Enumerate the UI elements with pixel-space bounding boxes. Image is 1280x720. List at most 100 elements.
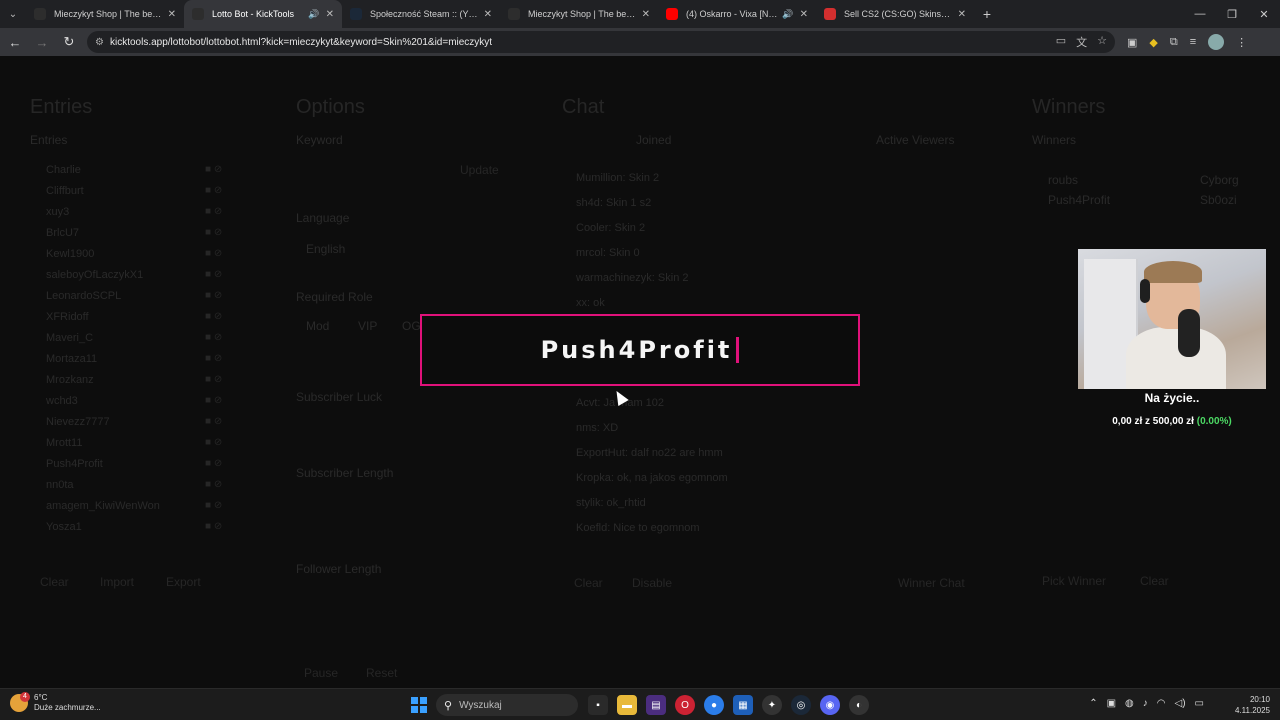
profile-avatar[interactable] [1208, 34, 1225, 50]
tab-close-icon[interactable]: ✕ [168, 9, 176, 20]
extension-2-icon[interactable]: ◆ [1149, 36, 1157, 49]
browser-tab[interactable]: (4) Oskarro - Vixa [NAJLEPS🔊 ✕ [658, 0, 816, 28]
forward-button[interactable]: → [30, 30, 54, 54]
tab-search-icon[interactable]: ⌄ [0, 0, 26, 28]
entry-actions-icon[interactable]: ■ ⊘ [205, 395, 222, 406]
address-bar[interactable]: ⚙ kicktools.app/lottobot/lottobot.html?k… [87, 31, 1115, 53]
discord-icon[interactable]: ◉ [820, 695, 840, 715]
wifi-icon[interactable]: ◠ [1157, 698, 1166, 709]
tray-app-2-icon[interactable]: ◍ [1125, 698, 1134, 709]
chevron-up-icon[interactable]: ⌃ [1089, 698, 1097, 709]
menu-kebab-icon[interactable]: ⋮ [1236, 36, 1247, 49]
file-explorer-icon[interactable]: ▬ [617, 695, 637, 715]
entry-actions-icon[interactable]: ■ ⊘ [205, 332, 222, 343]
entry-actions-icon[interactable]: ■ ⊘ [205, 206, 222, 217]
browser-tab[interactable]: Lotto Bot - KickTools 🔊 ✕ [184, 0, 342, 28]
entry-actions-icon[interactable]: ■ ⊘ [205, 185, 222, 196]
taskbar-search[interactable]: ⚲ Wyszukaj [436, 694, 578, 716]
entry-actions-icon[interactable]: ■ ⊘ [205, 458, 222, 469]
entry-actions-icon[interactable]: ■ ⊘ [205, 164, 222, 175]
back-button[interactable]: ← [3, 30, 27, 54]
extensions-puzzle-icon[interactable]: ⧉ [1170, 36, 1178, 49]
entries-import-button[interactable]: Import [100, 575, 134, 589]
entry-actions-icon[interactable]: ■ ⊘ [205, 353, 222, 364]
pick-winner-button[interactable]: Pick Winner [1042, 574, 1106, 588]
winners-subtitle: Winners [1032, 133, 1077, 147]
close-window-icon[interactable]: ✕ [1248, 0, 1280, 28]
entries-export-button[interactable]: Export [166, 575, 201, 589]
tab-title: Mieczykyt Shop | The best Chat [54, 9, 162, 19]
role-og[interactable]: OG [402, 319, 421, 333]
system-clock[interactable]: 20:10 4.11.2025 [1235, 694, 1270, 716]
entry-actions-icon[interactable]: ■ ⊘ [205, 500, 222, 511]
tray-app-icon[interactable]: ▣ [1107, 698, 1116, 709]
windows-start-icon[interactable] [411, 697, 427, 713]
browser-tab[interactable]: Mieczykyt Shop | The best Chat ✕ [26, 0, 184, 28]
browser-tab[interactable]: Sell CS2 (CS:GO) Skins | Best C ✕ [816, 0, 974, 28]
app-icon[interactable]: ✦ [762, 695, 782, 715]
tab-close-icon[interactable]: ✕ [484, 9, 492, 20]
microphone-tray-icon[interactable]: ♪ [1143, 698, 1148, 709]
tab-close-icon[interactable]: ✕ [958, 9, 966, 20]
winners-clear-button[interactable]: Clear [1140, 574, 1169, 588]
restore-icon[interactable]: ❐ [1216, 0, 1248, 28]
entry-actions-icon[interactable]: ■ ⊘ [205, 248, 222, 259]
entry-item: Charlie [46, 164, 81, 176]
app-2-icon[interactable]: ◐ [849, 695, 869, 715]
role-vip[interactable]: VIP [358, 319, 377, 333]
media-app-icon[interactable]: ▤ [646, 695, 666, 715]
microphone-icon [1178, 309, 1200, 357]
entry-actions-icon[interactable]: ■ ⊘ [205, 269, 222, 280]
battery-icon[interactable]: ▭ [1195, 698, 1204, 709]
tab-audio-icon[interactable]: 🔊 [782, 9, 793, 20]
entry-item: Push4Profit [46, 458, 103, 470]
weather-widget[interactable]: 4 6°C Duże zachmurze... [10, 692, 101, 713]
tab-close-icon[interactable]: ✕ [642, 9, 650, 20]
task-view-icon[interactable]: ▪ [588, 695, 608, 715]
role-mod[interactable]: Mod [306, 319, 329, 333]
reset-button[interactable]: Reset [366, 666, 397, 680]
volume-icon[interactable]: ◁) [1175, 698, 1186, 709]
reload-button[interactable]: ↻ [57, 30, 81, 54]
translate-icon[interactable]: 文 [1076, 34, 1087, 50]
language-label: Language [296, 211, 350, 225]
update-button[interactable]: Update [460, 163, 499, 177]
pause-button[interactable]: Pause [304, 666, 338, 680]
entry-actions-icon[interactable]: ■ ⊘ [205, 416, 222, 427]
entry-item: Mrozkanz [46, 374, 94, 386]
bookmark-star-icon[interactable]: ☆ [1097, 34, 1107, 50]
minimize-icon[interactable]: — [1184, 0, 1216, 28]
entry-actions-icon[interactable]: ■ ⊘ [205, 521, 222, 532]
browser-tab[interactable]: Społeczność Steam :: (YT) Miec ✕ [342, 0, 500, 28]
entry-actions-icon[interactable]: ■ ⊘ [205, 290, 222, 301]
camera-blocked-icon[interactable]: ▭ [1056, 34, 1066, 50]
opera-icon[interactable]: O [675, 695, 695, 715]
browser-tab[interactable]: Mieczykyt Shop | The best Chat ✕ [500, 0, 658, 28]
winner-1-name: roubs [1048, 173, 1079, 187]
chat-disable-button[interactable]: Disable [632, 576, 672, 590]
tab-close-icon[interactable]: ✕ [800, 9, 808, 20]
entry-actions-icon[interactable]: ■ ⊘ [205, 479, 222, 490]
entry-item: amagem_KiwiWenWon [46, 500, 160, 512]
language-select[interactable]: English [306, 242, 345, 256]
chrome-icon[interactable]: ● [704, 695, 724, 715]
entry-item: Mrott11 [46, 437, 83, 449]
entry-actions-icon[interactable]: ■ ⊘ [205, 227, 222, 238]
chat-message: ExportHut: dalf no22 are hmm [576, 447, 723, 459]
entry-actions-icon[interactable]: ■ ⊘ [205, 374, 222, 385]
site-info-icon[interactable]: ⚙ [95, 37, 104, 48]
winner-chat-button[interactable]: Winner Chat [898, 576, 965, 590]
extension-icon[interactable]: ▣ [1127, 36, 1137, 49]
tab-close-icon[interactable]: ✕ [326, 9, 334, 20]
entry-actions-icon[interactable]: ■ ⊘ [205, 311, 222, 322]
new-tab-button[interactable]: + [974, 0, 1000, 28]
subscriber-luck-label: Subscriber Luck [296, 390, 383, 404]
steam-icon[interactable]: ◎ [791, 695, 811, 715]
entry-actions-icon[interactable]: ■ ⊘ [205, 437, 222, 448]
weather-desc: Duże zachmurze... [34, 703, 101, 712]
tab-audio-icon[interactable]: 🔊 [308, 9, 319, 20]
store-icon[interactable]: ▦ [733, 695, 753, 715]
entries-clear-button[interactable]: Clear [40, 575, 69, 589]
chat-clear-button[interactable]: Clear [574, 576, 603, 590]
media-control-icon[interactable]: ≡ [1190, 36, 1196, 48]
